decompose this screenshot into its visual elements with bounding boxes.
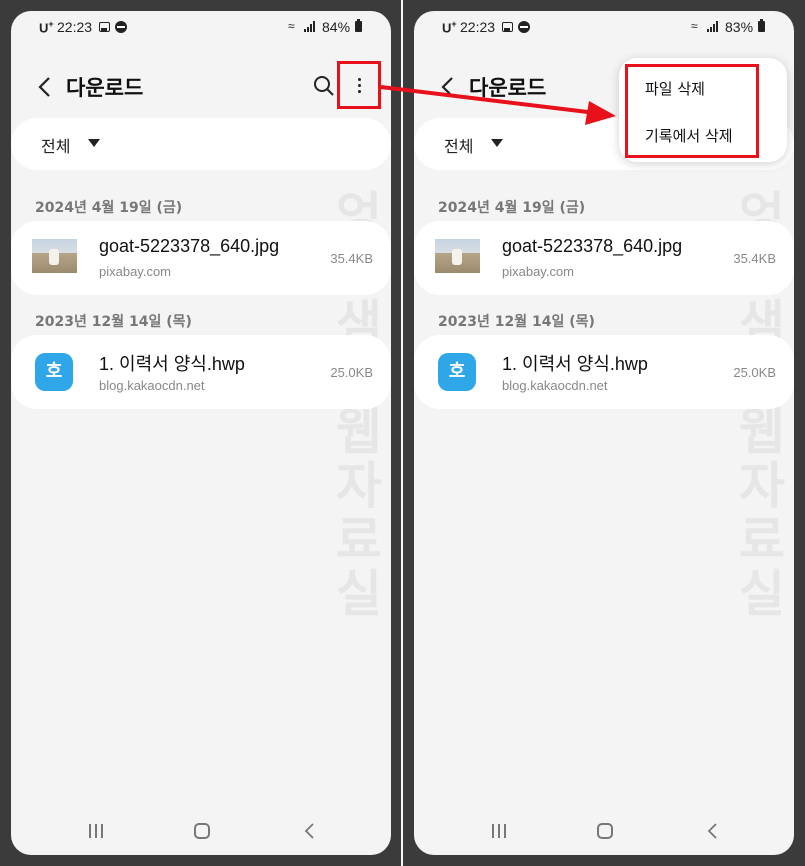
image-thumbnail xyxy=(435,239,480,273)
file-item[interactable]: 호 1. 이력서 양식.hwp blog.kakaocdn.net 25.0KB xyxy=(414,335,794,409)
back-icon[interactable] xyxy=(436,73,460,101)
home-icon[interactable] xyxy=(194,823,210,839)
app-bar: 다운로드 xyxy=(11,67,391,107)
highlight-box-more-button xyxy=(337,61,381,109)
file-name: 1. 이력서 양식.hwp xyxy=(99,354,245,374)
file-name: goat-5223378_640.jpg xyxy=(502,236,683,256)
filter-label: 전체 xyxy=(444,137,474,156)
do-not-disturb-icon xyxy=(518,21,530,33)
battery-icon xyxy=(758,19,765,32)
file-source: blog.kakaocdn.net xyxy=(99,378,205,393)
status-time: 22:23 xyxy=(57,19,93,35)
battery-percent: 83% xyxy=(725,19,754,35)
file-size: 35.4KB xyxy=(330,251,373,266)
filter-dropdown[interactable]: 전체 xyxy=(11,118,391,170)
date-header: 2023년 12월 14일 (목) xyxy=(438,314,595,330)
date-header: 2024년 4월 19일 (금) xyxy=(438,200,586,216)
hwp-file-icon: 호 xyxy=(438,353,476,391)
highlight-box-menu xyxy=(625,64,759,158)
battery-icon xyxy=(355,19,362,32)
page-title: 다운로드 xyxy=(469,76,547,100)
status-bar: U+ 22:23 ≈ 84% xyxy=(11,17,391,37)
back-icon[interactable] xyxy=(33,73,57,101)
signal-icon xyxy=(304,21,316,32)
do-not-disturb-icon xyxy=(115,21,127,33)
wifi-icon: ≈ xyxy=(691,19,698,33)
wifi-icon: ≈ xyxy=(288,19,295,33)
date-header: 2023년 12월 14일 (목) xyxy=(35,314,192,330)
image-notification-icon xyxy=(99,22,110,32)
search-icon[interactable] xyxy=(312,73,336,99)
status-time: 22:23 xyxy=(460,19,496,35)
file-name: goat-5223378_640.jpg xyxy=(99,236,280,256)
file-item[interactable]: goat-5223378_640.jpg pixabay.com 35.4KB xyxy=(414,221,794,295)
date-header: 2024년 4월 19일 (금) xyxy=(35,200,183,216)
recent-apps-icon[interactable] xyxy=(490,824,508,838)
file-name: 1. 이력서 양식.hwp xyxy=(502,354,648,374)
image-thumbnail xyxy=(32,239,77,273)
carrier-label: U+ xyxy=(39,19,54,36)
page-title: 다운로드 xyxy=(66,76,144,100)
file-size: 35.4KB xyxy=(733,251,776,266)
file-source: pixabay.com xyxy=(99,264,172,279)
status-bar: U+ 22:23 ≈ 83% xyxy=(414,17,794,37)
battery-percent: 84% xyxy=(322,19,351,35)
recent-apps-icon[interactable] xyxy=(87,824,105,838)
image-notification-icon xyxy=(502,22,513,32)
file-size: 25.0KB xyxy=(733,365,776,380)
file-item[interactable]: goat-5223378_640.jpg pixabay.com 35.4KB xyxy=(11,221,391,295)
home-icon[interactable] xyxy=(597,823,613,839)
file-item[interactable]: 호 1. 이력서 양식.hwp blog.kakaocdn.net 25.0KB xyxy=(11,335,391,409)
phone-screen-left: U+ 22:23 ≈ 84% 다운로드 전체 엉클샘의웹자료실 2024년 4월… xyxy=(11,11,391,855)
caret-down-icon xyxy=(88,139,100,147)
screenshot-divider xyxy=(401,0,403,866)
carrier-label: U+ xyxy=(442,19,457,36)
navigation-bar xyxy=(11,821,391,841)
file-source: blog.kakaocdn.net xyxy=(502,378,608,393)
nav-back-icon[interactable] xyxy=(704,822,722,840)
nav-back-icon[interactable] xyxy=(301,822,319,840)
file-size: 25.0KB xyxy=(330,365,373,380)
navigation-bar xyxy=(414,821,794,841)
filter-label: 전체 xyxy=(41,137,71,156)
file-source: pixabay.com xyxy=(502,264,575,279)
caret-down-icon xyxy=(491,139,503,147)
signal-icon xyxy=(707,21,719,32)
hwp-file-icon: 호 xyxy=(35,353,73,391)
